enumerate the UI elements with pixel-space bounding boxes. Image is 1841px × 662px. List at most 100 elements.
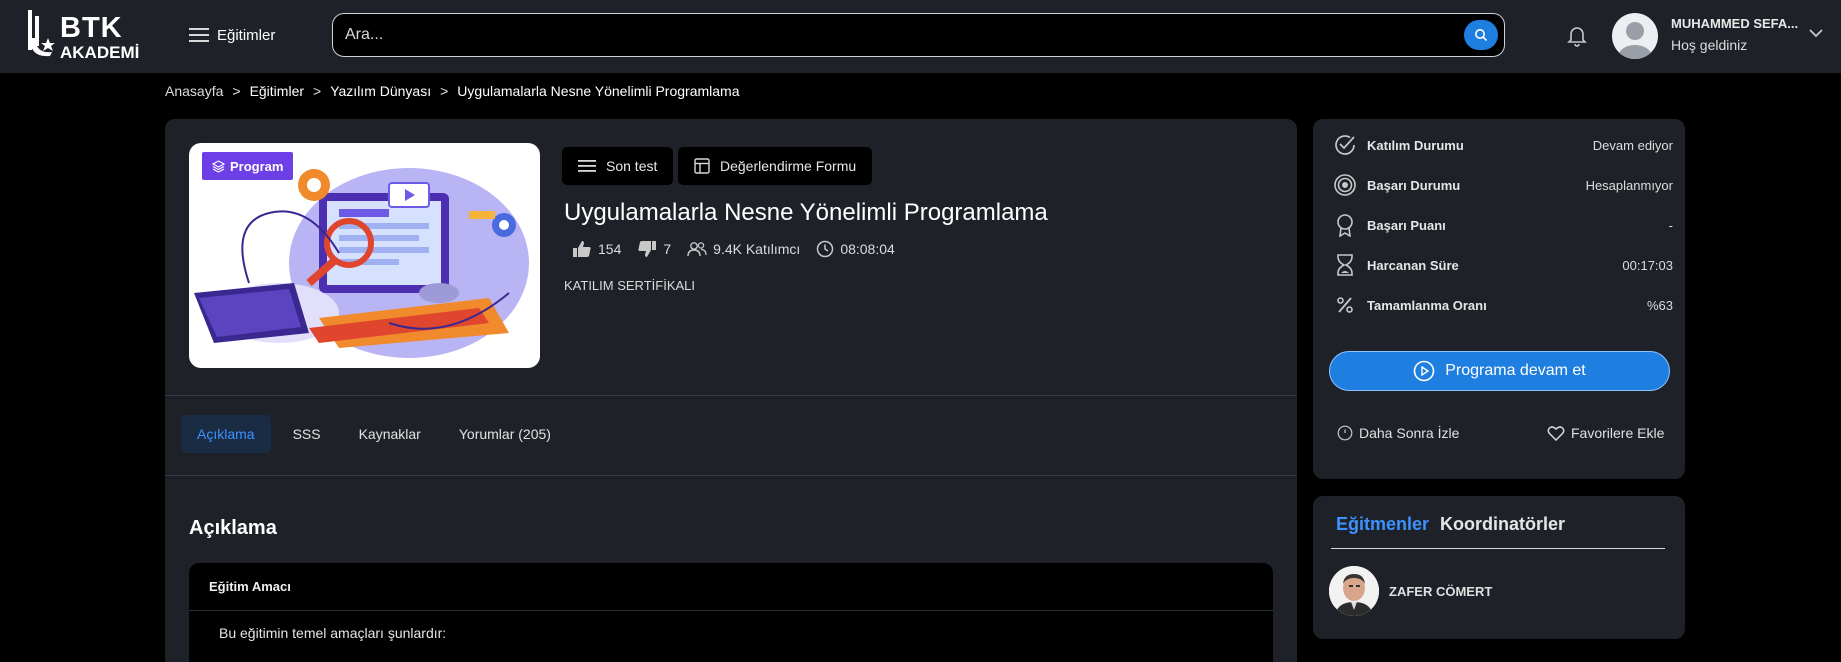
list-icon [578,160,596,172]
certificate-type: KATILIM SERTİFİKALI [564,278,695,293]
award-icon [1333,213,1357,237]
evaluation-form-label: Değerlendirme Formu [720,158,857,174]
success-status-label: Başarı Durumu [1367,177,1461,193]
instructor-photo [1329,566,1379,616]
tab-faq[interactable]: SSS [277,415,337,453]
add-favorites-button[interactable]: Favorilere Ekle [1547,425,1664,441]
participation-status-label: Katılım Durumu [1367,137,1464,153]
add-favorites-label: Favorilere Ekle [1571,425,1665,441]
success-status-value: Hesaplanmıyor [1585,177,1673,193]
completion-rate-label: Tamamlanma Oranı [1367,297,1487,313]
training-goal-heading: Eğitim Amacı [209,579,291,594]
instructor-name[interactable]: ZAFER CÖMERT [1389,584,1492,599]
chevron-down-icon[interactable] [1808,27,1824,39]
duration-stat: 08:08:04 [816,240,895,258]
watch-later-label: Daha Sonra İzle [1359,425,1460,441]
search-input[interactable] [345,14,1445,56]
logo-text-akademi: AKADEMİ [60,43,140,62]
description-divider [189,610,1273,611]
time-spent-label: Harcanan Süre [1367,257,1459,273]
completion-rate-value: %63 [1646,297,1673,313]
tabs-divider [165,475,1297,476]
hamburger-icon [189,28,209,42]
user-greeting: Hoş geldiniz [1671,37,1748,53]
section-divider [165,395,1297,396]
watch-later-button[interactable]: Daha Sonra İzle [1337,425,1459,441]
training-goal-text: Bu eğitimin temel amaçları şunlardır: [219,625,447,641]
search-button[interactable] [1464,20,1498,50]
final-test-button[interactable]: Son test [562,147,674,185]
course-thumbnail: Program [189,143,540,368]
trainings-menu-button[interactable]: Eğitimler [189,22,275,48]
search-bar [332,13,1505,57]
users-icon [687,242,707,257]
success-status-row: Başarı Durumu Hesaplanmıyor [1333,171,1673,199]
thumbs-up-icon [573,241,591,257]
duration-value: 08:08:04 [840,241,895,257]
time-spent-value: 00:17:03 [1622,257,1673,273]
breadcrumb-home[interactable]: Anasayfa [165,83,223,99]
user-name[interactable]: MUHAMMED SEFA... [1671,16,1801,31]
participant-count: 9.4K Katılımcı [713,241,801,257]
participation-status-row: Katılım Durumu Devam ediyor [1333,131,1673,159]
breadcrumb: Anasayfa > Eğitimler > Yazılım Dünyası >… [165,83,740,99]
like-stat[interactable]: 154 [572,240,621,258]
check-circle-icon [1333,133,1357,157]
breadcrumb-separator: > [232,83,241,99]
success-score-value: - [1668,217,1673,233]
evaluation-form-button[interactable]: Değerlendirme Formu [678,147,873,185]
tab-description[interactable]: Açıklama [181,415,271,453]
notification-bell-icon[interactable] [1564,22,1590,48]
logo-mark-icon [28,10,55,57]
btk-akademi-logo[interactable]: BTK AKADEMİ [26,8,166,64]
target-icon [1333,173,1357,197]
tab-resources[interactable]: Kaynaklar [343,415,437,453]
tab-comments[interactable]: Yorumlar (205) [443,415,567,453]
program-badge: Program [202,152,294,180]
clock-icon [817,240,834,258]
success-score-label: Başarı Puanı [1367,217,1446,233]
time-spent-row: Harcanan Süre 00:17:03 [1333,251,1673,279]
final-test-label: Son test [606,158,658,174]
course-status-card: Katılım Durumu Devam ediyor Başarı Durum… [1313,119,1685,479]
trainings-menu-label: Eğitimler [217,26,276,44]
play-circle-icon [1413,360,1435,382]
heart-icon [1547,426,1565,441]
instructor-avatar[interactable] [1329,566,1379,616]
clock-icon [1337,425,1353,441]
course-stats: 154 7 9.4K Katılımcı 08:08:04 [572,240,911,258]
dislike-count: 7 [663,241,672,257]
participation-status-value: Devam ediyor [1592,137,1673,153]
course-tabs: Açıklama SSS Kaynaklar Yorumlar (205) [181,415,567,453]
course-title: Uygulamalarla Nesne Yönelimli Programlam… [564,199,1048,226]
dislike-stat[interactable]: 7 [637,240,671,258]
hourglass-icon [1333,253,1357,277]
program-badge-label: Program [230,158,284,174]
search-icon [1475,29,1488,42]
top-bar: BTK AKADEMİ Eğitimler MUHAMMED SEFA... H… [0,0,1841,73]
completion-rate-row: Tamamlanma Oranı %63 [1333,291,1673,319]
continue-program-button[interactable]: Programa devam et [1329,351,1670,391]
layers-icon [212,159,225,173]
description-box: Eğitim Amacı Bu eğitimin temel amaçları … [189,563,1273,662]
user-avatar[interactable] [1612,13,1658,59]
breadcrumb-trainings[interactable]: Eğitimler [250,83,304,99]
breadcrumb-separator: > [313,83,322,99]
tab-coordinators[interactable]: Koordinatörler [1440,514,1565,535]
percent-icon [1333,293,1357,317]
thumbs-down-icon [638,241,657,257]
course-main-card: Program Son test Değerlendirme Formu Uyg… [165,119,1297,662]
like-count: 154 [598,241,622,257]
breadcrumb-current: Uygulamalarla Nesne Yönelimli Programlam… [457,83,740,99]
people-card: Eğitmenler Koordinatörler ZAFER CÖMERT [1313,496,1685,639]
breadcrumb-separator: > [440,83,449,99]
tab-instructors[interactable]: Eğitmenler [1336,514,1429,535]
logo-text-btk: BTK [60,12,123,44]
description-heading: Açıklama [189,517,277,539]
user-placeholder-icon [1618,22,1652,59]
participant-stat: 9.4K Katılımcı [687,241,800,257]
continue-program-label: Programa devam et [1445,362,1586,379]
breadcrumb-software-world[interactable]: Yazılım Dünyası [330,83,431,99]
people-tabs-divider [1331,548,1665,549]
success-score-row: Başarı Puanı - [1333,211,1673,239]
